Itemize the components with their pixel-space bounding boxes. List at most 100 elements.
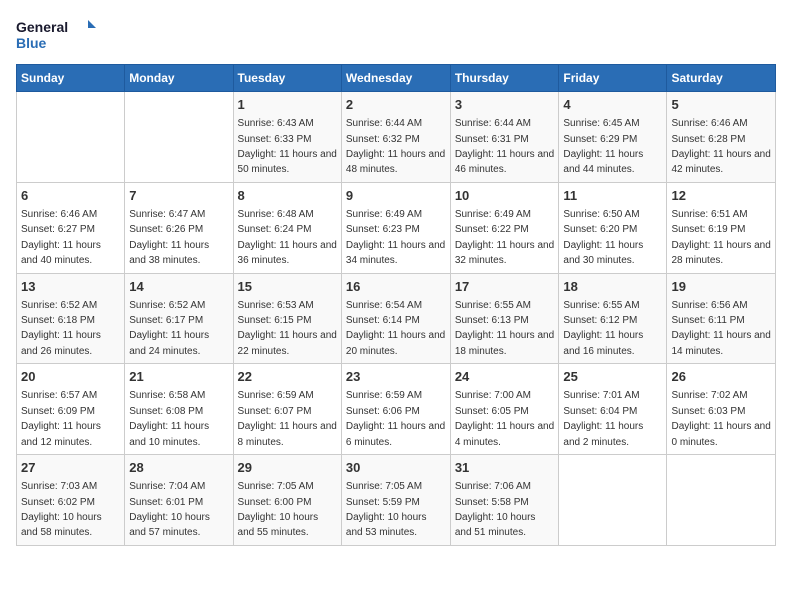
day-info: Sunrise: 7:04 AM Sunset: 6:01 PM Dayligh…	[129, 481, 210, 538]
day-info: Sunrise: 7:01 AM Sunset: 6:04 PM Dayligh…	[563, 390, 643, 447]
day-info: Sunrise: 6:52 AM Sunset: 6:18 PM Dayligh…	[21, 300, 101, 357]
calendar-cell: 28 Sunrise: 7:04 AM Sunset: 6:01 PM Dayli…	[125, 455, 233, 546]
day-number: 25	[563, 368, 662, 386]
day-info: Sunrise: 6:49 AM Sunset: 6:23 PM Dayligh…	[346, 209, 445, 266]
svg-text:General: General	[16, 19, 68, 35]
calendar-cell: 19 Sunrise: 6:56 AM Sunset: 6:11 PM Dayli…	[667, 273, 776, 364]
col-header-sunday: Sunday	[17, 65, 125, 92]
day-number: 6	[21, 187, 120, 205]
day-info: Sunrise: 6:57 AM Sunset: 6:09 PM Dayligh…	[21, 390, 101, 447]
day-info: Sunrise: 6:50 AM Sunset: 6:20 PM Dayligh…	[563, 209, 643, 266]
calendar-cell: 15Sunrise: 6:53 AM Sunset: 6:15 PM Dayli…	[233, 273, 341, 364]
day-info: Sunrise: 6:56 AM Sunset: 6:11 PM Dayligh…	[671, 300, 770, 357]
calendar-cell: 23Sunrise: 6:59 AM Sunset: 6:06 PM Dayli…	[341, 364, 450, 455]
day-info: Sunrise: 6:46 AM Sunset: 6:28 PM Dayligh…	[671, 118, 770, 175]
calendar-cell: 17 Sunrise: 6:55 AM Sunset: 6:13 PM Dayli…	[450, 273, 559, 364]
calendar-cell: 3 Sunrise: 6:44 AM Sunset: 6:31 PM Daylig…	[450, 92, 559, 183]
day-number: 7	[129, 187, 228, 205]
col-header-wednesday: Wednesday	[341, 65, 450, 92]
day-number: 24	[455, 368, 555, 386]
calendar-cell: 26Sunrise: 7:02 AM Sunset: 6:03 PM Dayli…	[667, 364, 776, 455]
day-info: Sunrise: 7:00 AM Sunset: 6:05 PM Dayligh…	[455, 390, 554, 447]
day-number: 18	[563, 278, 662, 296]
day-number: 27	[21, 459, 120, 477]
week-row-1: 1 Sunrise: 6:43 AM Sunset: 6:33 PM Daylig…	[17, 92, 776, 183]
calendar-cell: 12Sunrise: 6:51 AM Sunset: 6:19 PM Dayli…	[667, 182, 776, 273]
day-number: 4	[563, 96, 662, 114]
calendar-cell: 1 Sunrise: 6:43 AM Sunset: 6:33 PM Daylig…	[233, 92, 341, 183]
calendar-cell: 25 Sunrise: 7:01 AM Sunset: 6:04 PM Dayli…	[559, 364, 667, 455]
day-number: 31	[455, 459, 555, 477]
day-info: Sunrise: 6:45 AM Sunset: 6:29 PM Dayligh…	[563, 118, 643, 175]
calendar-cell: 9 Sunrise: 6:49 AM Sunset: 6:23 PM Daylig…	[341, 182, 450, 273]
calendar-cell: 30 Sunrise: 7:05 AM Sunset: 5:59 PM Dayli…	[341, 455, 450, 546]
logo: General Blue	[16, 16, 96, 54]
day-info: Sunrise: 7:05 AM Sunset: 5:59 PM Dayligh…	[346, 481, 427, 538]
day-info: Sunrise: 6:44 AM Sunset: 6:31 PM Dayligh…	[455, 118, 554, 175]
day-number: 17	[455, 278, 555, 296]
day-info: Sunrise: 6:55 AM Sunset: 6:13 PM Dayligh…	[455, 300, 554, 357]
day-number: 3	[455, 96, 555, 114]
calendar-cell: 27 Sunrise: 7:03 AM Sunset: 6:02 PM Dayli…	[17, 455, 125, 546]
day-info: Sunrise: 7:03 AM Sunset: 6:02 PM Dayligh…	[21, 481, 102, 538]
day-number: 28	[129, 459, 228, 477]
day-info: Sunrise: 6:46 AM Sunset: 6:27 PM Dayligh…	[21, 209, 101, 266]
week-row-5: 27 Sunrise: 7:03 AM Sunset: 6:02 PM Dayli…	[17, 455, 776, 546]
day-info: Sunrise: 6:44 AM Sunset: 6:32 PM Dayligh…	[346, 118, 445, 175]
day-number: 2	[346, 96, 446, 114]
calendar-cell: 6 Sunrise: 6:46 AM Sunset: 6:27 PM Daylig…	[17, 182, 125, 273]
day-number: 10	[455, 187, 555, 205]
day-number: 14	[129, 278, 228, 296]
page-header: General Blue	[16, 16, 776, 54]
calendar-cell	[17, 92, 125, 183]
day-info: Sunrise: 6:58 AM Sunset: 6:08 PM Dayligh…	[129, 390, 209, 447]
logo-svg: General Blue	[16, 16, 96, 54]
svg-text:Blue: Blue	[16, 35, 47, 51]
calendar-cell: 13Sunrise: 6:52 AM Sunset: 6:18 PM Dayli…	[17, 273, 125, 364]
day-info: Sunrise: 6:47 AM Sunset: 6:26 PM Dayligh…	[129, 209, 209, 266]
calendar-cell: 24 Sunrise: 7:00 AM Sunset: 6:05 PM Dayli…	[450, 364, 559, 455]
day-number: 8	[238, 187, 337, 205]
day-info: Sunrise: 6:55 AM Sunset: 6:12 PM Dayligh…	[563, 300, 643, 357]
calendar-table: SundayMondayTuesdayWednesdayThursdayFrid…	[16, 64, 776, 546]
calendar-cell: 8 Sunrise: 6:48 AM Sunset: 6:24 PM Daylig…	[233, 182, 341, 273]
day-number: 11	[563, 187, 662, 205]
day-info: Sunrise: 7:05 AM Sunset: 6:00 PM Dayligh…	[238, 481, 319, 538]
day-number: 9	[346, 187, 446, 205]
header-row: SundayMondayTuesdayWednesdayThursdayFrid…	[17, 65, 776, 92]
day-info: Sunrise: 6:43 AM Sunset: 6:33 PM Dayligh…	[238, 118, 337, 175]
calendar-cell: 18 Sunrise: 6:55 AM Sunset: 6:12 PM Dayli…	[559, 273, 667, 364]
col-header-thursday: Thursday	[450, 65, 559, 92]
calendar-cell: 4 Sunrise: 6:45 AM Sunset: 6:29 PM Daylig…	[559, 92, 667, 183]
day-number: 19	[671, 278, 771, 296]
day-number: 22	[238, 368, 337, 386]
day-number: 5	[671, 96, 771, 114]
day-number: 16	[346, 278, 446, 296]
day-info: Sunrise: 7:06 AM Sunset: 5:58 PM Dayligh…	[455, 481, 536, 538]
calendar-cell: 10 Sunrise: 6:49 AM Sunset: 6:22 PM Dayli…	[450, 182, 559, 273]
calendar-cell: 22Sunrise: 6:59 AM Sunset: 6:07 PM Dayli…	[233, 364, 341, 455]
calendar-cell: 11 Sunrise: 6:50 AM Sunset: 6:20 PM Dayli…	[559, 182, 667, 273]
col-header-monday: Monday	[125, 65, 233, 92]
calendar-cell: 29Sunrise: 7:05 AM Sunset: 6:00 PM Dayli…	[233, 455, 341, 546]
day-number: 20	[21, 368, 120, 386]
day-info: Sunrise: 6:49 AM Sunset: 6:22 PM Dayligh…	[455, 209, 554, 266]
calendar-cell: 7 Sunrise: 6:47 AM Sunset: 6:26 PM Daylig…	[125, 182, 233, 273]
day-number: 1	[238, 96, 337, 114]
col-header-friday: Friday	[559, 65, 667, 92]
calendar-cell	[667, 455, 776, 546]
day-info: Sunrise: 6:53 AM Sunset: 6:15 PM Dayligh…	[238, 300, 337, 357]
day-number: 12	[671, 187, 771, 205]
calendar-cell: 5 Sunrise: 6:46 AM Sunset: 6:28 PM Daylig…	[667, 92, 776, 183]
day-number: 26	[671, 368, 771, 386]
calendar-cell	[559, 455, 667, 546]
day-number: 30	[346, 459, 446, 477]
week-row-3: 13Sunrise: 6:52 AM Sunset: 6:18 PM Dayli…	[17, 273, 776, 364]
calendar-cell: 31 Sunrise: 7:06 AM Sunset: 5:58 PM Dayli…	[450, 455, 559, 546]
day-info: Sunrise: 6:48 AM Sunset: 6:24 PM Dayligh…	[238, 209, 337, 266]
week-row-2: 6 Sunrise: 6:46 AM Sunset: 6:27 PM Daylig…	[17, 182, 776, 273]
day-info: Sunrise: 6:52 AM Sunset: 6:17 PM Dayligh…	[129, 300, 209, 357]
calendar-cell: 20 Sunrise: 6:57 AM Sunset: 6:09 PM Dayli…	[17, 364, 125, 455]
calendar-cell	[125, 92, 233, 183]
col-header-tuesday: Tuesday	[233, 65, 341, 92]
